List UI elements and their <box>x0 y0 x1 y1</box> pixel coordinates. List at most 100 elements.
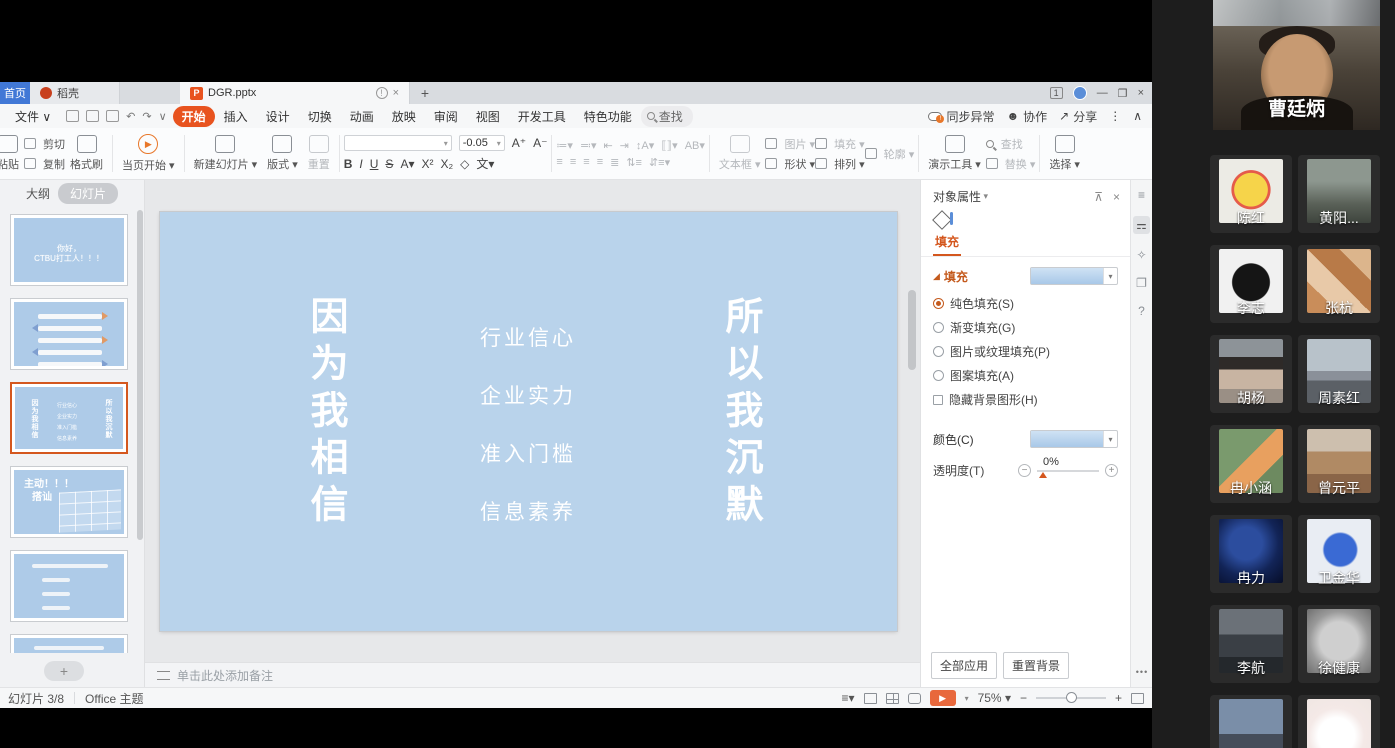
tab-docer[interactable]: 稻壳 <box>30 82 120 104</box>
sync-status-button[interactable]: 同步异常 <box>928 108 994 125</box>
underline-button[interactable]: U <box>370 157 379 171</box>
menu-tab-features[interactable]: 特色功能 <box>575 106 641 127</box>
pin-icon[interactable]: ⊼ <box>1094 190 1103 204</box>
window-count-badge[interactable]: 1 <box>1050 87 1063 99</box>
notes-toggle-icon[interactable]: ≡▾ <box>842 691 855 705</box>
slideshow-play-button[interactable]: ▶ <box>930 690 956 706</box>
find-command[interactable]: 查找 <box>641 106 693 127</box>
add-slide-button[interactable]: + <box>44 661 84 681</box>
collapse-ribbon-icon[interactable]: ∧ <box>1133 109 1142 123</box>
strip-more-icon[interactable]: ••• <box>1131 667 1152 677</box>
font-color-button[interactable]: A▾ <box>400 157 414 171</box>
slide-thumbnail-1[interactable]: 你好， CTBU打工人！！！ <box>10 214 128 286</box>
zoom-slider-thumb[interactable] <box>1066 692 1077 703</box>
slide-sorter-icon[interactable] <box>886 693 899 704</box>
strip-pages-icon[interactable]: ❐ <box>1136 276 1147 290</box>
save-icon[interactable] <box>66 110 79 122</box>
increase-indent-icon[interactable]: ⇥ <box>620 139 629 152</box>
participant-tile[interactable]: 曾元平 <box>1298 425 1380 503</box>
participant-tile[interactable]: 卫金华 <box>1298 515 1380 593</box>
arrange-button[interactable]: 排列 ▾ <box>834 156 865 172</box>
participant-tile[interactable]: 张杭 <box>1298 245 1380 323</box>
layout-button[interactable]: 版式 ▾ <box>262 132 303 175</box>
textbox-button[interactable]: 文本框 ▾ <box>714 132 766 175</box>
participant-tile[interactable]: 汪兴三 <box>1210 695 1292 748</box>
option-solid-fill[interactable]: 纯色填充(S) <box>933 295 1118 312</box>
menu-tab-slideshow[interactable]: 放映 <box>383 106 425 127</box>
align-center-icon[interactable]: ≡ <box>570 156 576 168</box>
zoom-out-button[interactable]: − <box>1020 691 1027 705</box>
fit-slide-icon[interactable] <box>1131 693 1144 704</box>
close-button[interactable]: × <box>1138 87 1144 99</box>
maximize-button[interactable]: ❐ <box>1118 87 1128 100</box>
undo-icon[interactable]: ↶ <box>126 110 135 123</box>
justify-icon[interactable]: ≡ <box>597 156 603 168</box>
transparency-slider[interactable]: 0% <box>1037 470 1099 472</box>
line-spacing-icon[interactable]: ⇅≡ <box>626 156 642 169</box>
new-slide-button[interactable]: 新建幻灯片 ▾ <box>189 132 263 175</box>
text-direction-icon[interactable]: ↕A▾ <box>636 139 654 152</box>
participant-tile[interactable]: 冉小涵 <box>1210 425 1292 503</box>
subscript-button[interactable]: X₂ <box>440 157 453 171</box>
paste-button[interactable]: 粘贴 <box>0 132 24 175</box>
shapes-button[interactable]: 形状 ▾ <box>784 156 815 172</box>
slide-thumbnail-5[interactable] <box>10 550 128 622</box>
slide-thumbnail-3-selected[interactable]: 因为我相信 行业信心 企业实力 准入门槛 信息素养 所以我沉默 <box>10 382 128 454</box>
tab-document[interactable]: P DGR.pptx ! × <box>180 82 410 104</box>
tab-slides[interactable]: 幻灯片 <box>58 183 118 204</box>
thumbnail-scrollbar[interactable] <box>137 210 143 540</box>
font-size-combo[interactable]: -0.05▾ <box>459 135 505 151</box>
speaker-video[interactable]: 曹廷炳 <box>1213 0 1380 130</box>
strip-properties-icon[interactable]: ⚎ <box>1133 216 1150 234</box>
menu-tab-transition[interactable]: 切换 <box>299 106 341 127</box>
print-icon[interactable] <box>86 110 99 122</box>
select-button[interactable]: 选择 ▾ <box>1044 132 1085 175</box>
find-button[interactable]: 查找 <box>986 136 1036 152</box>
distribute-icon[interactable]: ≣ <box>610 156 619 169</box>
picture-button[interactable]: 图片 ▾ <box>784 136 815 152</box>
slide-thumbnail-2[interactable] <box>10 298 128 370</box>
zoom-level[interactable]: 75% ▾ <box>978 691 1011 705</box>
tab-home[interactable]: 首页 <box>0 82 30 104</box>
option-gradient-fill[interactable]: 渐变填充(G) <box>933 319 1118 336</box>
reset-background-button[interactable]: 重置背景 <box>1003 652 1069 679</box>
collaborate-button[interactable]: ☻协作 <box>1006 108 1047 125</box>
menu-tab-design[interactable]: 设计 <box>257 106 299 127</box>
bold-button[interactable]: B <box>344 157 353 171</box>
account-avatar[interactable] <box>1073 86 1087 100</box>
fill-tab[interactable]: 填充 <box>933 230 961 256</box>
color-dropdown[interactable]: ▾ <box>1030 430 1118 448</box>
font-name-combo[interactable]: ▾ <box>344 135 452 151</box>
menu-tab-animation[interactable]: 动画 <box>341 106 383 127</box>
menu-tab-devtools[interactable]: 开发工具 <box>509 106 575 127</box>
strikethrough-button[interactable]: S <box>385 157 393 171</box>
participant-tile[interactable]: 陈红 <box>1210 155 1292 233</box>
numbering-icon[interactable]: ≕▾ <box>580 139 597 152</box>
option-hide-background[interactable]: 隐藏背景图形(H) <box>933 391 1118 408</box>
zoom-in-button[interactable]: + <box>1115 691 1122 705</box>
option-pattern-fill[interactable]: 图案填充(A) <box>933 367 1118 384</box>
customize-toolbar-icon[interactable]: ∨ <box>159 110 167 123</box>
participant-tile[interactable]: 徐健康 <box>1298 605 1380 683</box>
cut-button[interactable]: 剪切 <box>24 136 65 152</box>
fill-button[interactable]: 填充 ▾ <box>834 136 865 152</box>
transparency-plus-button[interactable]: + <box>1105 464 1118 477</box>
participant-tile[interactable]: 黄阳... <box>1298 155 1380 233</box>
decrease-font-button[interactable]: A⁻ <box>533 136 547 150</box>
participant-tile[interactable]: 周素红 <box>1298 335 1380 413</box>
columns-icon[interactable]: ⟦⟧▾ <box>661 139 677 152</box>
ab-icon[interactable]: AB▾ <box>685 139 705 152</box>
para-spacing-icon[interactable]: ⇵≡▾ <box>649 156 670 169</box>
slide-right-vertical-text[interactable]: 所以我沉默 <box>713 296 768 531</box>
strip-effects-icon[interactable]: ✧ <box>1136 248 1146 262</box>
outline-button[interactable]: 轮廓 ▾ <box>884 146 915 162</box>
replace-button[interactable]: 替换 ▾ <box>986 156 1036 172</box>
slide-left-vertical-text[interactable]: 因为我相信 <box>298 296 353 531</box>
superscript-button[interactable]: X² <box>421 157 433 171</box>
minimize-button[interactable]: — <box>1097 87 1108 99</box>
italic-button[interactable]: I <box>359 157 362 171</box>
more-menu-icon[interactable]: ⋮ <box>1109 109 1121 123</box>
decrease-indent-icon[interactable]: ⇤ <box>603 139 612 152</box>
menu-tab-insert[interactable]: 插入 <box>215 106 257 127</box>
participant-tile[interactable]: 方海雷 <box>1298 695 1380 748</box>
